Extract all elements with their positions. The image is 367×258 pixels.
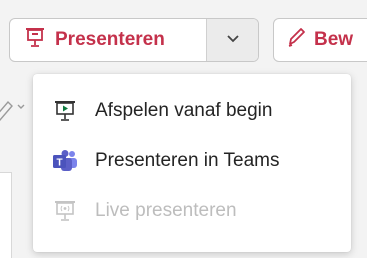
play-from-start-icon: [52, 98, 78, 124]
present-button[interactable]: Presenteren: [10, 19, 206, 61]
live-present-icon: [52, 198, 78, 224]
present-split-button: Presenteren: [9, 18, 259, 62]
menu-item-label: Live presenteren: [95, 200, 237, 221]
menu-item-live-present: Live presenteren: [33, 186, 351, 236]
pencil-icon: [286, 26, 306, 54]
pen-tool-icon[interactable]: [0, 92, 30, 122]
menu-item-play-from-start[interactable]: Afspelen vanaf begin: [33, 86, 351, 136]
present-dropdown-toggle[interactable]: [206, 19, 258, 61]
chevron-down-icon: [226, 31, 240, 49]
present-dropdown-menu: Afspelen vanaf begin T Presenteren in Te…: [33, 74, 351, 252]
menu-item-label: Presenteren in Teams: [95, 150, 280, 171]
presentation-board-icon: [24, 26, 46, 54]
menu-item-label: Afspelen vanaf begin: [95, 100, 273, 121]
teams-icon: T: [52, 148, 78, 174]
menu-item-present-in-teams[interactable]: T Presenteren in Teams: [33, 136, 351, 186]
edit-button[interactable]: Bew: [273, 18, 367, 62]
slide-thumbnail-edge: [0, 172, 12, 258]
present-button-label: Presenteren: [55, 29, 165, 50]
edit-button-label: Bew: [314, 29, 354, 50]
svg-text:T: T: [56, 158, 62, 169]
